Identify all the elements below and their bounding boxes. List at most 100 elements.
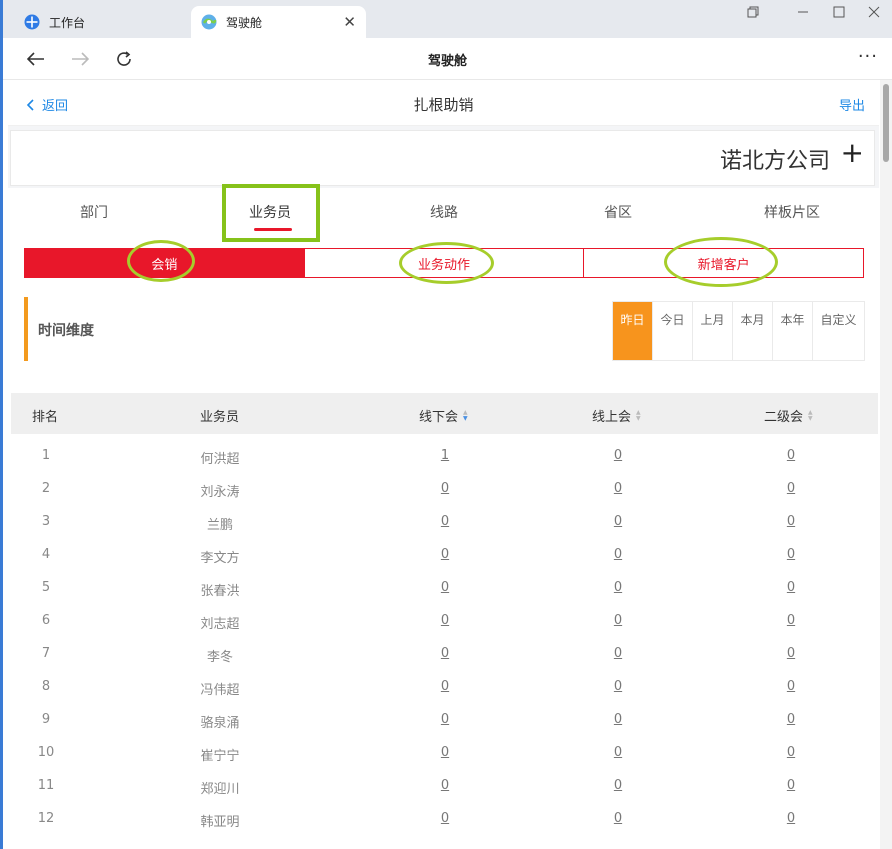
navigation-bar: 驾驶舱 ··· <box>3 38 892 80</box>
cell-rank: 5 <box>41 580 51 595</box>
cell-online-count[interactable]: 0 <box>578 679 658 694</box>
header-salesperson: 业务员 <box>200 410 240 425</box>
header-online[interactable]: 线上会 ▲ ▼ <box>592 406 641 425</box>
cell-online-count[interactable]: 0 <box>578 547 658 562</box>
cell-rank: 2 <box>41 481 51 496</box>
sort-icon[interactable]: ▲ ▼ <box>463 409 468 422</box>
cell-second-level-count[interactable]: 0 <box>751 811 831 826</box>
header-offline[interactable]: 线下会 ▲ ▼ <box>419 406 468 425</box>
cell-offline-count[interactable]: 0 <box>405 646 485 661</box>
cell-rank: 3 <box>41 514 51 529</box>
time-option-today[interactable]: 今日 <box>653 302 693 360</box>
maximize-icon[interactable] <box>819 0 859 24</box>
cell-offline-count[interactable]: 0 <box>405 613 485 628</box>
annotation-ellipse <box>127 240 195 282</box>
dimension-tabs: 部门 业务员 线路 省区 样板片区 <box>8 188 879 240</box>
close-window-icon[interactable] <box>854 0 892 24</box>
header-second-level-label: 二级会 <box>764 410 804 425</box>
more-menu-icon[interactable]: ··· <box>858 46 878 67</box>
cell-online-count[interactable]: 0 <box>578 778 658 793</box>
tab-department[interactable]: 部门 <box>80 202 108 222</box>
cell-rank: 6 <box>41 613 51 628</box>
company-card: 诺北方公司 + <box>10 130 875 186</box>
cell-online-count[interactable]: 0 <box>578 514 658 529</box>
app-page: 返回 扎根助销 导出 诺北方公司 + 部门 业务员 线路 省区 样板片区 会销 … <box>8 80 879 849</box>
company-name[interactable]: 诺北方公司 <box>720 143 830 175</box>
cell-offline-count[interactable]: 0 <box>405 514 485 529</box>
close-tab-icon[interactable]: ✕ <box>343 13 356 31</box>
cell-second-level-count[interactable]: 0 <box>751 481 831 496</box>
table-row: 7 李冬 0 0 0 <box>11 638 878 671</box>
cell-online-count[interactable]: 0 <box>578 712 658 727</box>
tab-route[interactable]: 线路 <box>430 202 458 222</box>
cell-second-level-count[interactable]: 0 <box>751 547 831 562</box>
cell-salesperson: 崔宁宁 <box>200 749 240 764</box>
time-option-this-year[interactable]: 本年 <box>773 302 813 360</box>
cell-offline-count[interactable]: 0 <box>405 712 485 727</box>
cell-offline-count[interactable]: 0 <box>405 778 485 793</box>
cell-online-count[interactable]: 0 <box>578 448 658 463</box>
cell-offline-count[interactable]: 0 <box>405 679 485 694</box>
scrollbar-thumb[interactable] <box>883 84 889 162</box>
cell-offline-count[interactable]: 0 <box>405 745 485 760</box>
cell-rank: 1 <box>41 448 51 463</box>
tab-workbench[interactable]: 工作台 <box>8 6 188 38</box>
annotation-ellipse <box>399 242 494 284</box>
cell-online-count[interactable]: 0 <box>578 613 658 628</box>
tab-sample-area[interactable]: 样板片区 <box>764 202 820 222</box>
cell-offline-count[interactable]: 0 <box>405 547 485 562</box>
table-row: 12 韩亚明 0 0 0 <box>11 803 878 836</box>
cell-salesperson: 韩亚明 <box>200 815 240 830</box>
tab-cockpit[interactable]: 驾驶舱 ✕ <box>191 6 366 38</box>
time-option-custom[interactable]: 自定义 <box>813 302 864 360</box>
cell-online-count[interactable]: 0 <box>578 811 658 826</box>
cell-rank: 10 <box>37 745 55 760</box>
tab-strip: 工作台 驾驶舱 ✕ <box>3 0 892 38</box>
cell-second-level-count[interactable]: 0 <box>751 712 831 727</box>
cell-second-level-count[interactable]: 0 <box>751 646 831 661</box>
sort-icon[interactable]: ▲ ▼ <box>808 409 813 422</box>
page-title: 扎根助销 <box>413 96 474 114</box>
cell-online-count[interactable]: 0 <box>578 745 658 760</box>
cell-offline-count[interactable]: 0 <box>405 481 485 496</box>
table-row: 11 郑迎川 0 0 0 <box>11 770 878 803</box>
time-option-last-month[interactable]: 上月 <box>693 302 733 360</box>
minimize-icon[interactable] <box>783 0 823 24</box>
table-row: 4 李文方 0 0 0 <box>11 539 878 572</box>
annotation-box <box>222 184 320 242</box>
export-button[interactable]: 导出 <box>839 95 865 114</box>
cell-second-level-count[interactable]: 0 <box>751 580 831 595</box>
sort-icon[interactable]: ▲ ▼ <box>636 409 641 422</box>
table-row: 2 刘永涛 0 0 0 <box>11 473 878 506</box>
cell-second-level-count[interactable]: 0 <box>751 514 831 529</box>
add-company-icon[interactable]: + <box>841 139 864 167</box>
cell-salesperson: 兰鹏 <box>206 518 233 533</box>
cell-second-level-count[interactable]: 0 <box>751 778 831 793</box>
cell-online-count[interactable]: 0 <box>578 646 658 661</box>
cell-salesperson: 刘志超 <box>200 617 240 632</box>
cell-offline-count[interactable]: 0 <box>405 580 485 595</box>
cell-offline-count[interactable]: 1 <box>405 448 485 463</box>
time-option-yesterday[interactable]: 昨日 <box>613 302 653 360</box>
cell-offline-count[interactable]: 0 <box>405 811 485 826</box>
cell-second-level-count[interactable]: 0 <box>751 613 831 628</box>
cell-online-count[interactable]: 0 <box>578 580 658 595</box>
restore-tabs-icon[interactable] <box>733 0 773 24</box>
table-row: 8 冯伟超 0 0 0 <box>11 671 878 704</box>
tab-province[interactable]: 省区 <box>604 202 632 222</box>
cell-second-level-count[interactable]: 0 <box>751 679 831 694</box>
cockpit-icon <box>201 14 217 30</box>
time-option-this-month[interactable]: 本月 <box>733 302 773 360</box>
cell-second-level-count[interactable]: 0 <box>751 448 831 463</box>
header-second-level[interactable]: 二级会 ▲ ▼ <box>764 406 813 425</box>
nav-title: 驾驶舱 <box>427 54 467 69</box>
cell-salesperson: 何洪超 <box>200 452 240 467</box>
cell-second-level-count[interactable]: 0 <box>751 745 831 760</box>
table-row: 5 张春洪 0 0 0 <box>11 572 878 605</box>
cell-online-count[interactable]: 0 <box>578 481 658 496</box>
cell-rank: 11 <box>37 778 55 793</box>
time-dimension-label: 时间维度 <box>38 323 94 339</box>
page-scrollbar[interactable] <box>880 80 892 849</box>
header-rank: 排名 <box>32 410 59 425</box>
cell-salesperson: 郑迎川 <box>200 782 240 797</box>
